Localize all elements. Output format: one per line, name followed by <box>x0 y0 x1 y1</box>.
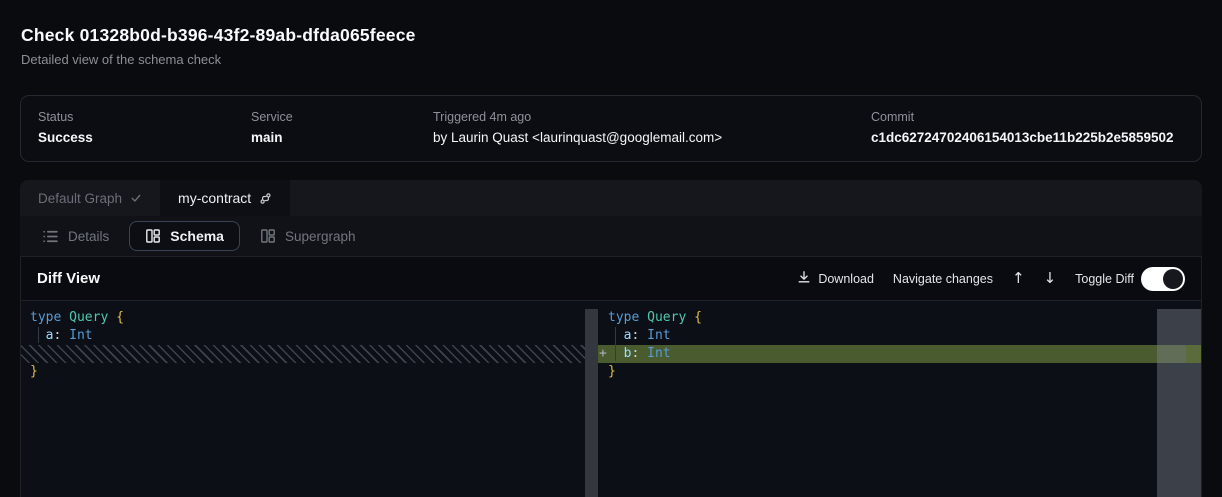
meta-status: Status Success <box>38 110 93 145</box>
indent-guide <box>38 327 39 343</box>
meta-service-label: Service <box>251 110 293 124</box>
columns-icon <box>260 228 276 244</box>
code-line: type Query { <box>21 309 598 327</box>
code-line: a: Int <box>21 327 598 345</box>
columns-icon <box>145 228 161 244</box>
indent-guide <box>615 327 616 361</box>
arrow-down-icon: ↓ <box>1044 269 1057 287</box>
meta-service: Service main <box>251 110 293 145</box>
list-icon <box>42 228 59 245</box>
schema-check-page: Check 01328b0d-b396-43f2-89ab-dfda065fee… <box>0 0 1222 497</box>
meta-status-label: Status <box>38 110 93 124</box>
diff-view-card: Diff View Download Navigate changes ↑ <box>20 256 1202 497</box>
graph-tab-bar: Default Graph my-contract <box>20 180 1202 216</box>
added-change-overview-marker <box>1186 345 1201 363</box>
download-label: Download <box>818 272 874 286</box>
tab-schema-label: Schema <box>170 228 224 244</box>
view-tab-bar: Details Schema Supergraph <box>20 216 1202 256</box>
toggle-diff-label: Toggle Diff <box>1075 272 1134 286</box>
tab-supergraph-label: Supergraph <box>285 229 356 244</box>
diff-view-heading: Diff View <box>37 270 100 287</box>
meta-commit: Commit c1dc62724702406154013cbe11b225b2e… <box>871 110 1174 145</box>
meta-status-value: Success <box>38 130 93 145</box>
meta-commit-value: c1dc62724702406154013cbe11b225b2e5859502 <box>871 130 1174 145</box>
tab-supergraph[interactable]: Supergraph <box>254 221 362 251</box>
check-icon <box>130 192 142 204</box>
meta-triggered: Triggered 4m ago by Laurin Quast <laurin… <box>433 110 722 145</box>
tab-details-label: Details <box>68 229 109 244</box>
previous-change-button[interactable]: ↑ <box>1012 271 1025 286</box>
arrow-up-icon: ↑ <box>1012 269 1025 287</box>
code-line: a: Int <box>598 327 1201 345</box>
diff-pane-before: type Query { a: Int} <box>21 301 598 497</box>
tab-my-contract[interactable]: my-contract <box>160 180 290 216</box>
download-icon <box>797 270 811 287</box>
tab-details[interactable]: Details <box>36 221 115 252</box>
right-scrollbar[interactable] <box>1157 309 1201 497</box>
added-line-plus-marker: + <box>599 345 607 363</box>
navigate-changes-label: Navigate changes <box>893 272 993 286</box>
meta-service-value: main <box>251 130 293 145</box>
left-scrollbar[interactable] <box>585 309 598 497</box>
download-button[interactable]: Download <box>797 270 874 287</box>
diff-added-line: + b: Int <box>598 345 1201 363</box>
tab-schema[interactable]: Schema <box>129 221 240 251</box>
before-code: type Query { a: Int} <box>21 309 598 381</box>
switch-knob <box>1163 269 1183 289</box>
next-change-button[interactable]: ↓ <box>1044 271 1057 286</box>
toggle-diff-control: Toggle Diff <box>1075 267 1185 291</box>
code-line: type Query { <box>598 309 1201 327</box>
page-title: Check 01328b0d-b396-43f2-89ab-dfda065fee… <box>21 25 416 46</box>
contract-icon <box>259 192 272 205</box>
code-line: } <box>598 363 1201 381</box>
check-meta-card: Status Success Service main Triggered 4m… <box>20 95 1202 162</box>
diff-placeholder-line <box>21 345 598 363</box>
diff-controls: Download Navigate changes ↑ ↓ Toggle Dif… <box>797 267 1185 291</box>
tab-my-contract-label: my-contract <box>178 190 251 206</box>
diff-pane-after: type Query { a: Int+ b: Int} <box>598 301 1201 497</box>
meta-triggered-value: by Laurin Quast <laurinquast@googlemail.… <box>433 130 722 145</box>
meta-commit-label: Commit <box>871 110 1174 124</box>
page-subtitle: Detailed view of the schema check <box>21 52 221 67</box>
code-line: } <box>21 363 598 381</box>
diff-header: Diff View Download Navigate changes ↑ <box>21 257 1201 301</box>
diff-editor: type Query { a: Int} type Query { a: Int… <box>21 301 1201 497</box>
tab-default-graph-label: Default Graph <box>38 191 122 206</box>
meta-triggered-label: Triggered 4m ago <box>433 110 722 124</box>
tab-default-graph[interactable]: Default Graph <box>20 180 160 216</box>
toggle-diff-switch[interactable] <box>1141 267 1185 291</box>
after-code: type Query { a: Int+ b: Int} <box>598 309 1201 381</box>
